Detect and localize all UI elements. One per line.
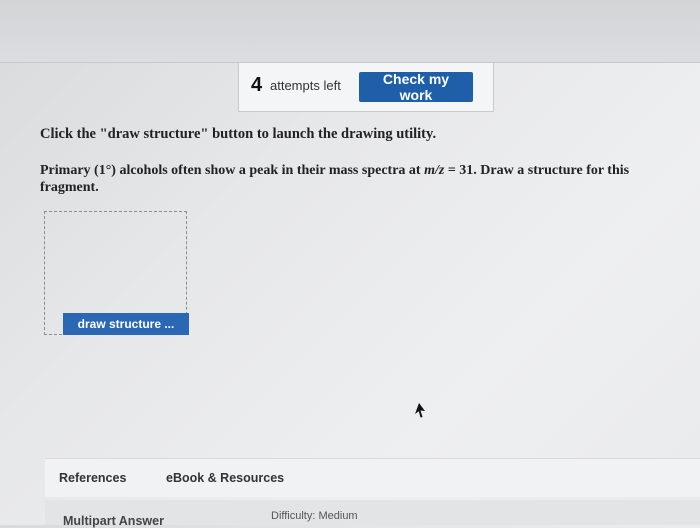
attempts-count: 4 [251,74,263,96]
question-text-start: Primary (1°) alcohols often show a peak … [40,163,425,178]
attempts-label: attempts left [270,78,341,93]
tab-references[interactable]: References [59,471,126,485]
question-text: Primary (1°) alcohols often show a peak … [40,162,680,196]
draw-structure-button[interactable]: draw structure ... [63,313,189,335]
difficulty-label: Difficulty: Medium [271,510,358,522]
instructions-text: Click the "draw structure" button to lau… [40,126,437,142]
mz-label: m/z [424,163,445,178]
tab-ebook-resources[interactable]: eBook & Resources [166,471,284,485]
resource-tabs: References eBook & Resources [45,458,700,497]
mouse-pointer-icon [415,403,425,418]
top-toolbar [0,0,700,63]
attempts-panel: 4 attempts left Check my work [238,63,494,112]
structure-drawing-area[interactable]: draw structure ... [44,211,189,335]
question-footer: Multipart Answer Difficulty: Medium [45,500,700,528]
question-type-label: Multipart Answer [63,514,164,528]
check-my-work-button[interactable]: Check my work [359,71,473,103]
